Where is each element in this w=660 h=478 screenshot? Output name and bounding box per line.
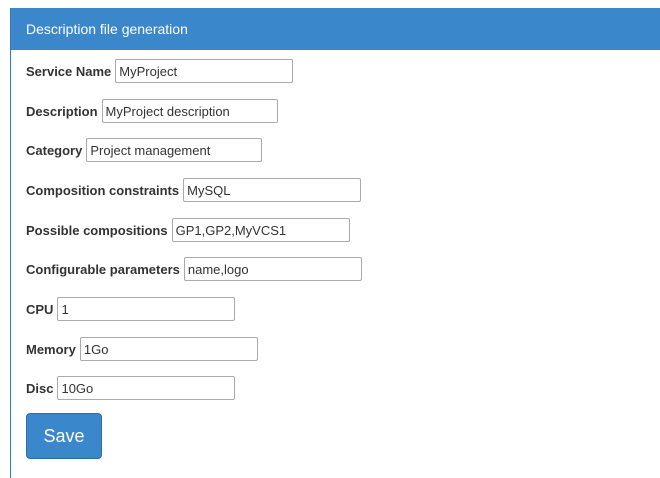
category-label: Category — [26, 142, 83, 158]
field-cpu: CPU — [26, 297, 236, 321]
field-configurable-parameters: Configurable parameters — [26, 257, 362, 281]
panel-heading: Description file generation — [11, 8, 660, 50]
field-composition-constraints: Composition constraints — [26, 178, 362, 202]
panel-title: Description file generation — [26, 21, 188, 37]
description-label: Description — [26, 103, 98, 119]
service-name-input[interactable] — [115, 59, 294, 83]
description-file-panel: Description file generation Service Name… — [10, 8, 660, 478]
composition-constraints-input[interactable] — [183, 178, 362, 202]
service-name-label: Service Name — [26, 63, 112, 79]
configurable-parameters-input[interactable] — [183, 257, 362, 281]
possible-compositions-input[interactable] — [171, 218, 350, 242]
possible-compositions-label: Possible compositions — [26, 222, 168, 238]
field-service-name: Service Name — [26, 59, 294, 83]
cpu-input[interactable] — [57, 297, 236, 321]
save-button[interactable]: Save — [26, 413, 102, 459]
field-description: Description — [26, 99, 278, 123]
composition-constraints-label: Composition constraints — [26, 182, 180, 198]
field-category: Category — [26, 138, 263, 162]
field-memory: Memory — [26, 337, 258, 361]
memory-input[interactable] — [79, 337, 258, 361]
category-input[interactable] — [86, 138, 263, 162]
disc-input[interactable] — [57, 376, 236, 400]
field-disc: Disc — [26, 376, 236, 400]
disc-label: Disc — [26, 380, 54, 396]
memory-label: Memory — [26, 341, 76, 357]
configurable-parameters-label: Configurable parameters — [26, 261, 180, 277]
field-possible-compositions: Possible compositions — [26, 218, 350, 242]
cpu-label: CPU — [26, 301, 54, 317]
description-input[interactable] — [101, 99, 278, 123]
